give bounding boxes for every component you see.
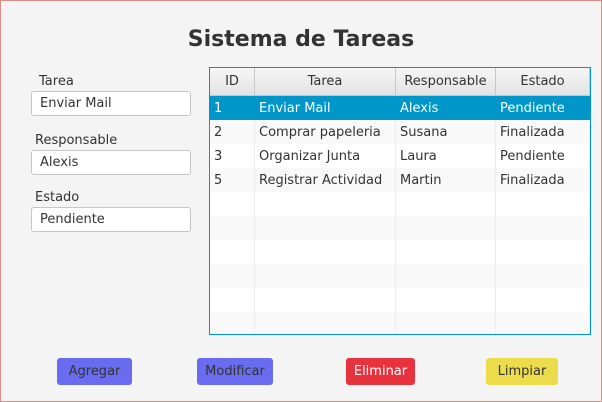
cell-estado <box>496 264 590 288</box>
cell-tarea: Enviar Mail <box>255 96 396 120</box>
cell-id: 2 <box>210 120 255 144</box>
table-row[interactable]: 2 Comprar papeleria Susana Finalizada <box>210 120 590 144</box>
column-header-id[interactable]: ID <box>210 68 255 95</box>
cell-estado <box>496 240 590 264</box>
tasks-table[interactable]: ID Tarea Responsable Estado 1 Enviar Mail… <box>209 67 591 335</box>
cell-id <box>210 288 255 312</box>
table-row[interactable]: 5 Registrar Actividad Martin Finalizada <box>210 168 590 192</box>
cell-estado: Pendiente <box>496 144 590 168</box>
table-header: ID Tarea Responsable Estado <box>210 68 590 96</box>
cell-estado: Finalizada <box>496 168 590 192</box>
cell-estado <box>496 288 590 312</box>
empty-row[interactable] <box>210 264 590 288</box>
cell-responsable: Martin <box>396 168 496 192</box>
page-title: Sistema de Tareas <box>187 27 415 52</box>
cell-estado <box>496 312 590 334</box>
cell-tarea: Comprar papeleria <box>255 120 396 144</box>
app-window: Sistema de Tareas Tarea Responsable Esta… <box>0 0 602 402</box>
column-header-responsable[interactable]: Responsable <box>396 68 496 95</box>
cell-id <box>210 240 255 264</box>
cell-tarea <box>255 240 396 264</box>
cell-id <box>210 264 255 288</box>
cell-responsable <box>396 216 496 240</box>
cell-tarea <box>255 216 396 240</box>
eliminar-button[interactable]: Eliminar <box>346 358 415 385</box>
cell-tarea: Organizar Junta <box>255 144 396 168</box>
cell-tarea <box>255 312 396 334</box>
column-header-estado[interactable]: Estado <box>496 68 590 95</box>
cell-id <box>210 192 255 216</box>
cell-tarea <box>255 264 396 288</box>
cell-responsable <box>396 240 496 264</box>
empty-row[interactable] <box>210 240 590 264</box>
cell-id: 5 <box>210 168 255 192</box>
cell-id: 3 <box>210 144 255 168</box>
cell-responsable <box>396 312 496 334</box>
empty-row[interactable] <box>210 312 590 334</box>
tarea-field[interactable] <box>31 91 191 116</box>
estado-label: Estado <box>35 190 80 205</box>
empty-row[interactable] <box>210 288 590 312</box>
column-header-tarea[interactable]: Tarea <box>255 68 396 95</box>
cell-responsable: Susana <box>396 120 496 144</box>
limpiar-button[interactable]: Limpiar <box>486 358 558 385</box>
cell-tarea: Registrar Actividad <box>255 168 396 192</box>
cell-estado: Finalizada <box>496 120 590 144</box>
responsable-label: Responsable <box>35 133 118 148</box>
empty-row[interactable] <box>210 216 590 240</box>
cell-estado: Pendiente <box>496 96 590 120</box>
tarea-label: Tarea <box>39 74 74 89</box>
cell-responsable <box>396 264 496 288</box>
cell-id <box>210 312 255 334</box>
cell-estado <box>496 192 590 216</box>
cell-responsable <box>396 192 496 216</box>
empty-row[interactable] <box>210 192 590 216</box>
cell-id <box>210 216 255 240</box>
cell-estado <box>496 216 590 240</box>
table-row[interactable]: 1 Enviar Mail Alexis Pendiente <box>210 96 590 120</box>
modificar-button[interactable]: Modificar <box>197 358 273 385</box>
agregar-button[interactable]: Agregar <box>57 358 132 385</box>
table-row[interactable]: 3 Organizar Junta Laura Pendiente <box>210 144 590 168</box>
table-body: 1 Enviar Mail Alexis Pendiente 2 Comprar pape… <box>210 96 590 334</box>
cell-id: 1 <box>210 96 255 120</box>
estado-field[interactable] <box>31 207 191 232</box>
cell-responsable <box>396 288 496 312</box>
cell-responsable: Alexis <box>396 96 496 120</box>
cell-responsable: Laura <box>396 144 496 168</box>
cell-tarea <box>255 288 396 312</box>
responsable-field[interactable] <box>31 150 191 175</box>
cell-tarea <box>255 192 396 216</box>
